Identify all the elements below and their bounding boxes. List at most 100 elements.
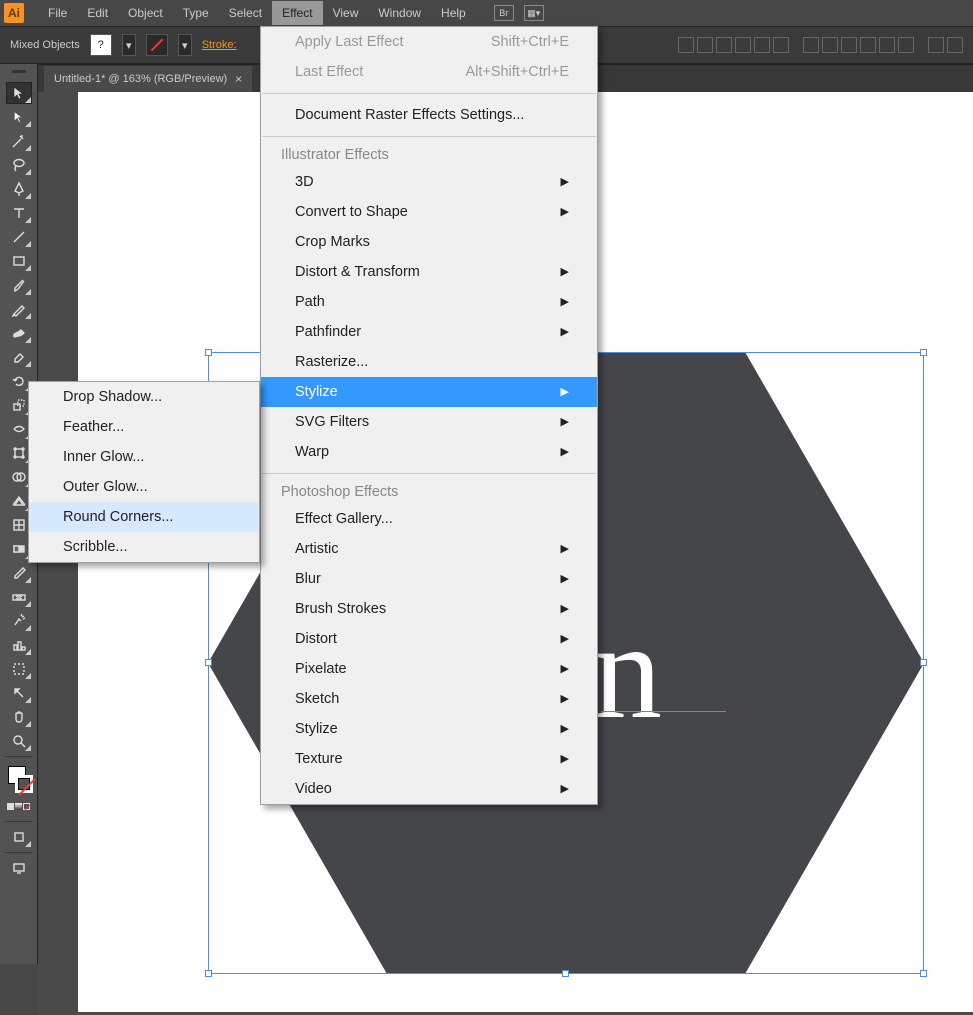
stroke-dropdown[interactable]: ▾ xyxy=(178,34,192,56)
screen-mode[interactable] xyxy=(6,857,32,879)
menu-pathfinder[interactable]: Pathfinder▶ xyxy=(261,317,597,347)
menu-last-effect[interactable]: Last EffectAlt+Shift+Ctrl+E xyxy=(261,57,597,87)
lasso-tool[interactable] xyxy=(6,154,32,176)
selection-handle[interactable] xyxy=(205,970,212,977)
selection-handle[interactable] xyxy=(205,349,212,356)
submenu-drop-shadow[interactable]: Drop Shadow... xyxy=(29,382,259,412)
distribute-4-icon[interactable] xyxy=(860,37,876,53)
menu-separator xyxy=(262,473,596,474)
transform-icon[interactable] xyxy=(928,37,944,53)
menu-edit[interactable]: Edit xyxy=(77,1,118,25)
tab-close-icon[interactable]: × xyxy=(235,72,242,86)
selection-handle[interactable] xyxy=(920,659,927,666)
magic-wand-tool[interactable] xyxy=(6,130,32,152)
menu-svg-filters[interactable]: SVG Filters▶ xyxy=(261,407,597,437)
menu-help[interactable]: Help xyxy=(431,1,476,25)
artboard-tool[interactable] xyxy=(6,658,32,680)
menu-window[interactable]: Window xyxy=(368,1,431,25)
menu-sketch[interactable]: Sketch▶ xyxy=(261,684,597,714)
app-logo: Ai xyxy=(4,3,24,23)
menu-ps-stylize[interactable]: Stylize▶ xyxy=(261,714,597,744)
menu-distort[interactable]: Distort▶ xyxy=(261,624,597,654)
distribute-1-icon[interactable] xyxy=(803,37,819,53)
menu-effect[interactable]: Effect xyxy=(272,1,322,25)
menubar: Ai File Edit Object Type Select Effect V… xyxy=(0,0,973,26)
hand-tool[interactable] xyxy=(6,706,32,728)
pencil-tool[interactable] xyxy=(6,298,32,320)
menu-type[interactable]: Type xyxy=(173,1,219,25)
document-tab[interactable]: Untitled-1* @ 163% (RGB/Preview) × xyxy=(44,66,252,92)
selection-handle[interactable] xyxy=(920,349,927,356)
menu-separator xyxy=(262,93,596,94)
menu-artistic[interactable]: Artistic▶ xyxy=(261,534,597,564)
stroke-swatch-control[interactable] xyxy=(146,34,168,56)
paintbrush-tool[interactable] xyxy=(6,274,32,296)
menu-apply-last-effect[interactable]: Apply Last EffectShift+Ctrl+E xyxy=(261,27,597,57)
menu-video[interactable]: Video▶ xyxy=(261,774,597,804)
menu-path[interactable]: Path▶ xyxy=(261,287,597,317)
menu-rasterize[interactable]: Rasterize... xyxy=(261,347,597,377)
align-hcenter-icon[interactable] xyxy=(697,37,713,53)
stroke-color-swatch[interactable] xyxy=(15,775,33,793)
submenu-inner-glow[interactable]: Inner Glow... xyxy=(29,442,259,472)
column-graph-tool[interactable] xyxy=(6,634,32,656)
menu-crop-marks[interactable]: Crop Marks xyxy=(261,227,597,257)
bridge-icon[interactable]: Br xyxy=(494,5,514,21)
selection-handle[interactable] xyxy=(920,970,927,977)
menu-warp[interactable]: Warp▶ xyxy=(261,437,597,467)
text-baseline-indicator xyxy=(601,642,726,712)
slice-tool[interactable] xyxy=(6,682,32,704)
menu-view[interactable]: View xyxy=(323,1,369,25)
menu-file[interactable]: File xyxy=(38,1,77,25)
color-mode-row[interactable] xyxy=(6,795,32,817)
menu-convert-to-shape[interactable]: Convert to Shape▶ xyxy=(261,197,597,227)
drawing-mode[interactable] xyxy=(6,826,32,848)
menu-select[interactable]: Select xyxy=(219,1,272,25)
align-left-icon[interactable] xyxy=(678,37,694,53)
arrange-docs-icon[interactable]: ▦▾ xyxy=(524,5,544,21)
menu-section-photoshop: Photoshop Effects xyxy=(261,480,597,504)
fill-stroke-swatches[interactable] xyxy=(5,763,33,793)
align-bottom-icon[interactable] xyxy=(773,37,789,53)
fill-dropdown[interactable]: ▾ xyxy=(122,34,136,56)
selection-handle[interactable] xyxy=(562,970,569,977)
panel-grip-icon[interactable] xyxy=(12,70,26,73)
zoom-tool[interactable] xyxy=(6,730,32,752)
eraser-tool[interactable] xyxy=(6,346,32,368)
menu-distort-transform[interactable]: Distort & Transform▶ xyxy=(261,257,597,287)
fill-swatch-control[interactable]: ? xyxy=(90,34,112,56)
blob-brush-tool[interactable] xyxy=(6,322,32,344)
menu-brush-strokes[interactable]: Brush Strokes▶ xyxy=(261,594,597,624)
rectangle-tool[interactable] xyxy=(6,250,32,272)
blend-tool[interactable] xyxy=(6,586,32,608)
distribute-5-icon[interactable] xyxy=(879,37,895,53)
submenu-round-corners[interactable]: Round Corners... xyxy=(29,502,259,532)
menu-texture[interactable]: Texture▶ xyxy=(261,744,597,774)
stroke-label[interactable]: Stroke: xyxy=(202,39,237,51)
menu-stylize[interactable]: Stylize▶ xyxy=(261,377,597,407)
line-tool[interactable] xyxy=(6,226,32,248)
align-vcenter-icon[interactable] xyxy=(754,37,770,53)
direct-selection-tool[interactable] xyxy=(6,106,32,128)
submenu-outer-glow[interactable]: Outer Glow... xyxy=(29,472,259,502)
menu-3d[interactable]: 3D▶ xyxy=(261,167,597,197)
type-tool[interactable] xyxy=(6,202,32,224)
selection-handle[interactable] xyxy=(205,659,212,666)
align-top-icon[interactable] xyxy=(735,37,751,53)
align-right-icon[interactable] xyxy=(716,37,732,53)
menu-raster-settings[interactable]: Document Raster Effects Settings... xyxy=(261,100,597,130)
menu-blur[interactable]: Blur▶ xyxy=(261,564,597,594)
menu-object[interactable]: Object xyxy=(118,1,173,25)
eyedropper-tool[interactable] xyxy=(6,562,32,584)
symbol-sprayer-tool[interactable] xyxy=(6,610,32,632)
distribute-3-icon[interactable] xyxy=(841,37,857,53)
submenu-feather[interactable]: Feather... xyxy=(29,412,259,442)
distribute-2-icon[interactable] xyxy=(822,37,838,53)
distribute-6-icon[interactable] xyxy=(898,37,914,53)
menu-effect-gallery[interactable]: Effect Gallery... xyxy=(261,504,597,534)
selection-tool[interactable] xyxy=(6,82,32,104)
pen-tool[interactable] xyxy=(6,178,32,200)
submenu-scribble[interactable]: Scribble... xyxy=(29,532,259,562)
menu-pixelate[interactable]: Pixelate▶ xyxy=(261,654,597,684)
options-icon[interactable] xyxy=(947,37,963,53)
